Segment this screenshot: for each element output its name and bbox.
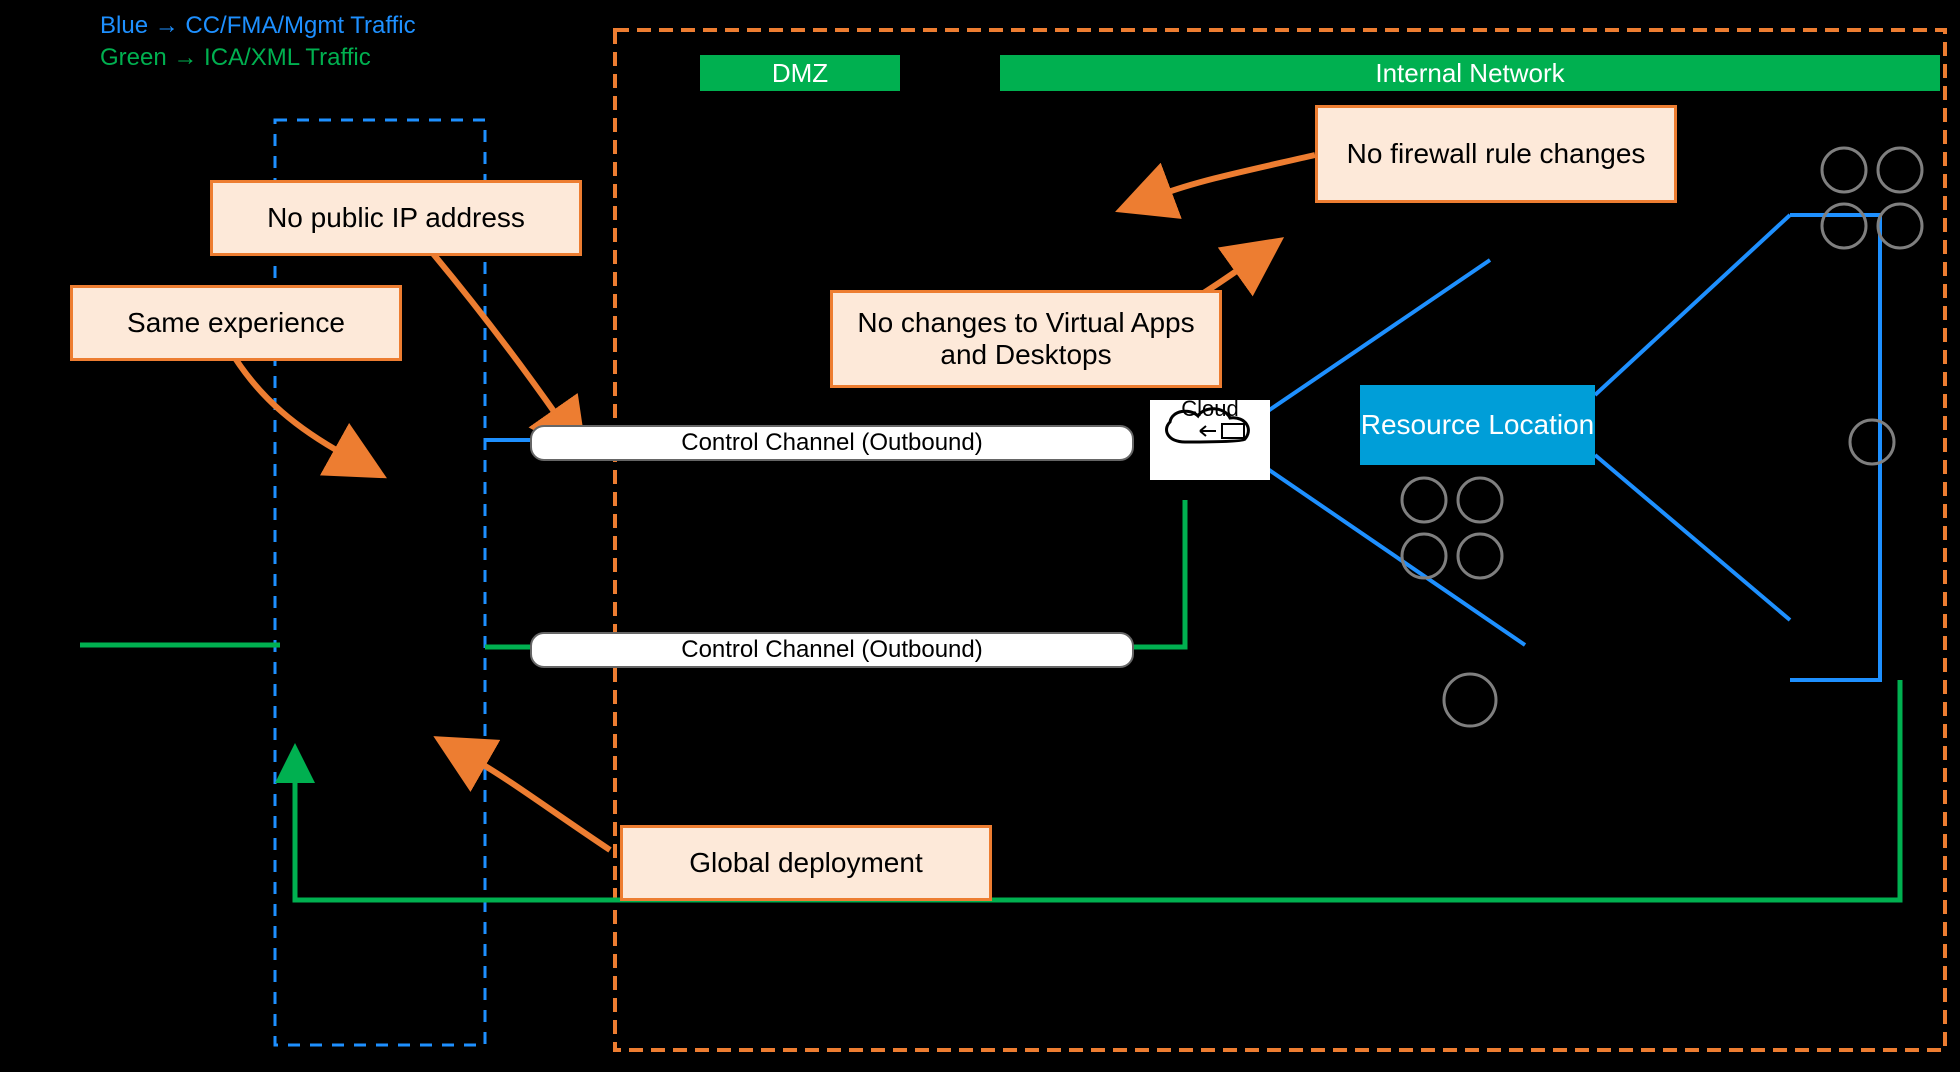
control-channel-2: Control Channel (Outbound) <box>530 632 1134 668</box>
callout-same-experience: Same experience <box>70 285 402 361</box>
callout-global: Global deployment <box>620 825 992 901</box>
diagram-root: { "legend":{ "blue":"Blue → CC/FMA/Mgmt … <box>0 0 1960 1072</box>
legend-green: Green → ICA/XML Traffic <box>100 42 416 74</box>
callout-no-public-ip: No public IP address <box>210 180 582 256</box>
zone-internal: Internal Network <box>1000 55 1940 91</box>
legend: Blue → CC/FMA/Mgmt Traffic Green → ICA/X… <box>100 10 416 74</box>
callout-no-changes: No changes to Virtual Apps and Desktops <box>830 290 1222 388</box>
zone-dmz: DMZ <box>700 55 900 91</box>
cloud-connector: Cloud <box>1150 400 1270 480</box>
legend-blue: Blue → CC/FMA/Mgmt Traffic <box>100 10 416 42</box>
control-channel-1: Control Channel (Outbound) <box>530 425 1134 461</box>
resource-location: Resource Location <box>1360 385 1595 465</box>
callout-no-firewall: No firewall rule changes <box>1315 105 1677 203</box>
cloud-icon <box>1150 400 1270 452</box>
